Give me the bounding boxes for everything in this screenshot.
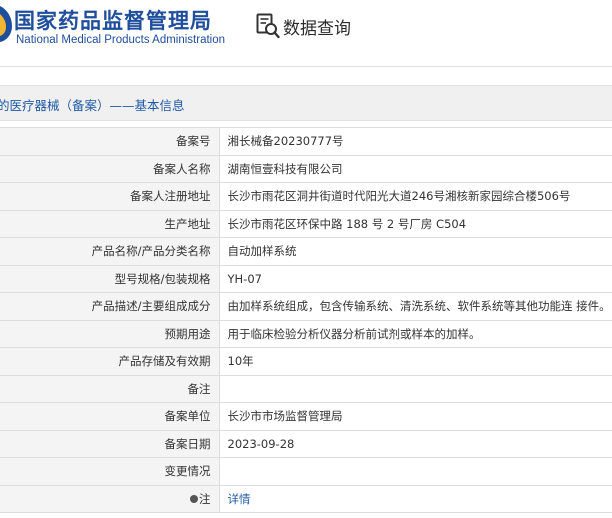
row-label: 型号规格/包装规格 <box>0 264 220 293</box>
table-row: 生产地址 长沙市雨花区环保中路 188 号 2 号厂房 C504 <box>0 209 612 238</box>
row-value: 湖南恒壹科技有限公司 <box>218 154 612 183</box>
table-row: 产品存储及有效期 10年 <box>0 347 612 376</box>
table-row: 备案日期 2023-09-28 <box>0 429 612 458</box>
row-value <box>218 374 612 403</box>
record-detail-table: 备案号 湘长械备20230777号 备案人名称 湖南恒壹科技有限公司 备案人注册地址… <box>0 127 612 513</box>
row-value: 用于临床检验分析仪器分析前试剂或样本的加样。 <box>218 319 612 348</box>
row-value: 长沙市市场监督管理局 <box>218 402 612 431</box>
logo-chinese-title: 国家药品监督管理局 <box>14 9 212 33</box>
row-value: 10年 <box>218 347 612 376</box>
table-row: 预期用途 用于临床检验分析仪器分析前试剂或样本的加样。 <box>0 319 612 348</box>
row-label: 生产地址 <box>0 209 220 238</box>
row-value: 由加样系统组成，包含传输系统、清洗系统、软件系统等其他功能连 接件。 <box>218 292 612 321</box>
table-row: 备案人注册地址 长沙市雨花区洞井街道时代阳光大道246号湘核新家园综合楼506号 <box>0 182 612 211</box>
row-label-note: 注 <box>0 484 220 513</box>
note-dot-icon <box>190 494 198 503</box>
table-row: 注 详情 <box>0 484 612 513</box>
row-value: 长沙市雨花区环保中路 188 号 2 号厂房 C504 <box>218 209 612 238</box>
row-label: 预期用途 <box>0 319 220 348</box>
table-row: 变更情况 <box>0 457 612 486</box>
row-label: 备案日期 <box>0 429 220 458</box>
row-label: 备注 <box>0 374 220 403</box>
row-value: YH-07 <box>218 264 612 293</box>
row-value: 自动加样系统 <box>218 237 612 266</box>
row-label: 产品描述/主要组成成分 <box>0 292 220 321</box>
row-label: 变更情况 <box>0 457 220 486</box>
details-link[interactable]: 详情 <box>228 492 251 506</box>
row-label: 备案单位 <box>0 402 220 431</box>
table-row: 备案号 湘长械备20230777号 <box>0 127 612 156</box>
nmpa-emblem-icon <box>0 6 12 42</box>
row-value: 湘长械备20230777号 <box>218 127 612 156</box>
row-label: 备案人名称 <box>0 154 220 183</box>
header-divider <box>0 66 612 67</box>
row-value: 2023-09-28 <box>218 429 612 458</box>
table-row: 产品描述/主要组成成分 由加样系统组成，包含传输系统、清洗系统、软件系统等其他功能… <box>0 292 612 321</box>
row-value: 长沙市雨花区洞井街道时代阳光大道246号湘核新家园综合楼506号 <box>218 182 612 211</box>
row-label: 备案人注册地址 <box>0 182 220 211</box>
note-label: 注 <box>199 491 211 506</box>
table-row: 备注 <box>0 374 612 403</box>
page-title: 数据查询 <box>283 19 351 39</box>
data-search-icon <box>256 13 280 39</box>
site-header: 国家药品监督管理局 National Medical Products Admi… <box>0 0 612 66</box>
breadcrumb: 的医疗器械（备案）——基本信息 <box>0 85 612 121</box>
row-label: 备案号 <box>0 127 220 156</box>
breadcrumb-text: 的医疗器械（备案）——基本信息 <box>0 98 185 113</box>
table-row: 型号规格/包装规格 YH-07 <box>0 264 612 293</box>
table-row: 产品名称/产品分类名称 自动加样系统 <box>0 237 612 266</box>
table-row: 备案人名称 湖南恒壹科技有限公司 <box>0 154 612 183</box>
row-value: 详情 <box>218 484 612 513</box>
row-label: 产品名称/产品分类名称 <box>0 237 220 266</box>
row-value <box>218 457 612 486</box>
logo-english-title: National Medical Products Administration <box>16 34 226 46</box>
table-row: 备案单位 长沙市市场监督管理局 <box>0 402 612 431</box>
row-label: 产品存储及有效期 <box>0 347 220 376</box>
